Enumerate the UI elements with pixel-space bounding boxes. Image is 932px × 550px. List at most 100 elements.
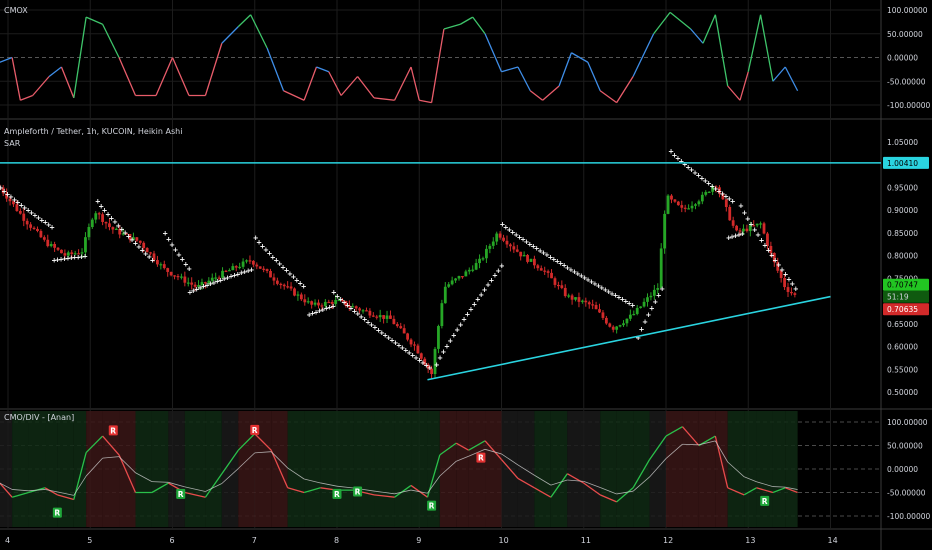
candle-body [101, 214, 104, 222]
candle-body [735, 225, 738, 231]
cmox-line-segment [472, 16, 486, 35]
candle-body [485, 248, 488, 259]
candle-body [639, 306, 643, 308]
cmox-line-segment [571, 52, 589, 63]
cmo-div-band [649, 411, 666, 527]
candle-body [663, 213, 667, 249]
cmo-div-band [456, 411, 469, 527]
candle-body [84, 237, 87, 253]
cmo-div-signal-segment [772, 486, 786, 488]
bullish-divergence-label: R [762, 497, 768, 506]
cmox-line-segment [102, 23, 120, 58]
sar-indicator-title[interactable]: SAR [4, 139, 20, 148]
sar-dot: + [330, 302, 336, 310]
cmo-div-axis-label: 0.00000 [887, 465, 918, 474]
cmox-line-segment [283, 90, 305, 101]
candle-body [389, 315, 392, 319]
candle-body [169, 271, 173, 276]
candle-body [368, 310, 372, 316]
cmox-line-segment [373, 97, 395, 101]
sar-dot: + [639, 325, 645, 333]
candle-body [533, 258, 536, 266]
cmox-line-segment [690, 28, 704, 44]
cmox-line-segment [357, 76, 375, 99]
price-pane[interactable]: ++++++++++++++++++++++++++++++++++++++++… [0, 148, 881, 381]
time-axis-label: 7 [252, 536, 257, 545]
candle-body [707, 191, 711, 193]
candle-body [371, 315, 375, 317]
candle-body [224, 270, 228, 273]
candle-body [495, 233, 499, 242]
cmox-line-segment [632, 33, 655, 77]
candle-body [289, 286, 293, 289]
candle-body [526, 254, 529, 262]
cmo-div-signal-segment [682, 443, 699, 446]
cmo-div-band [633, 411, 650, 527]
candle-body [279, 283, 283, 286]
candle-body [529, 258, 533, 262]
cmo-div-band [550, 411, 568, 527]
cmo-div-band [320, 411, 337, 527]
cmo-div-axis-label: -100.00000 [887, 512, 930, 521]
cmo-div-band [744, 411, 757, 527]
candle-body [159, 264, 163, 266]
candle-body [580, 300, 584, 302]
time-axis[interactable]: 4 5 6 7 8 9 10 11 12 13 14 [5, 536, 838, 545]
cmox-line-segment [739, 71, 749, 101]
sar-dot: + [659, 285, 665, 293]
candle-body [296, 294, 300, 296]
candle-body [556, 284, 560, 287]
cmox-line-segment [48, 66, 62, 78]
cmo-div-band [151, 411, 169, 527]
candle-body [53, 243, 57, 248]
time-axis-label: 14 [828, 536, 838, 545]
symbol-title[interactable]: Ampleforth / Tether, 1h, KUCOIN, Heikin … [4, 127, 182, 136]
time-axis-label: 4 [5, 536, 10, 545]
cmox-line-segment [669, 11, 692, 30]
candle-body [402, 328, 406, 334]
cmox-axis-label: 0.00000 [887, 54, 918, 63]
candle-body [406, 333, 409, 340]
candle-body [478, 258, 481, 264]
candle-body [166, 268, 170, 272]
cmox-line-segment [410, 66, 420, 101]
bullish-divergence-label: R [355, 488, 361, 497]
candle-body [673, 199, 677, 202]
cmo-div-band [184, 411, 206, 527]
candle-body [539, 268, 543, 271]
cmo-div-band [205, 411, 222, 527]
candle-body [258, 266, 262, 269]
candle-body [512, 246, 516, 250]
cmox-pane[interactable] [0, 11, 799, 104]
time-axis-label: 13 [745, 536, 755, 545]
cmo-div-title[interactable]: CMO/DIV - [Anan] [4, 413, 74, 422]
cmox-line-segment [759, 14, 774, 82]
candle-body [464, 271, 468, 277]
bearish-divergence-label: R [110, 426, 116, 435]
candle-body [505, 240, 509, 245]
candle-body [248, 260, 252, 262]
cmox-line-segment [266, 47, 285, 91]
candle-body [90, 219, 94, 228]
candle-body [601, 312, 605, 318]
cmo-div-axis-label: 100.00000 [887, 418, 928, 427]
candle-body [676, 201, 680, 206]
candle-body [180, 276, 183, 278]
candle-body [416, 345, 420, 354]
price-axis[interactable]: 100.00000 50.00000 0.00000 -50.00000 -100.00… [883, 6, 930, 521]
candle-body [265, 269, 269, 271]
cmo-div-band [73, 411, 87, 527]
cmo-div-band [28, 411, 46, 527]
time-axis-label: 10 [499, 536, 509, 545]
cmox-title: CMOX [4, 6, 28, 15]
cmox-line-segment [727, 85, 741, 101]
candle-body [474, 263, 478, 270]
price-axis-label: 1.05000 [887, 138, 918, 147]
bullish-divergence-label: R [54, 509, 60, 518]
cmox-line-segment [155, 57, 174, 96]
cmo-div-background-bands [0, 411, 798, 527]
cmox-line-segment [702, 14, 716, 44]
candle-body [567, 295, 571, 297]
candle-body [87, 227, 91, 238]
sar-dot: + [427, 364, 433, 372]
